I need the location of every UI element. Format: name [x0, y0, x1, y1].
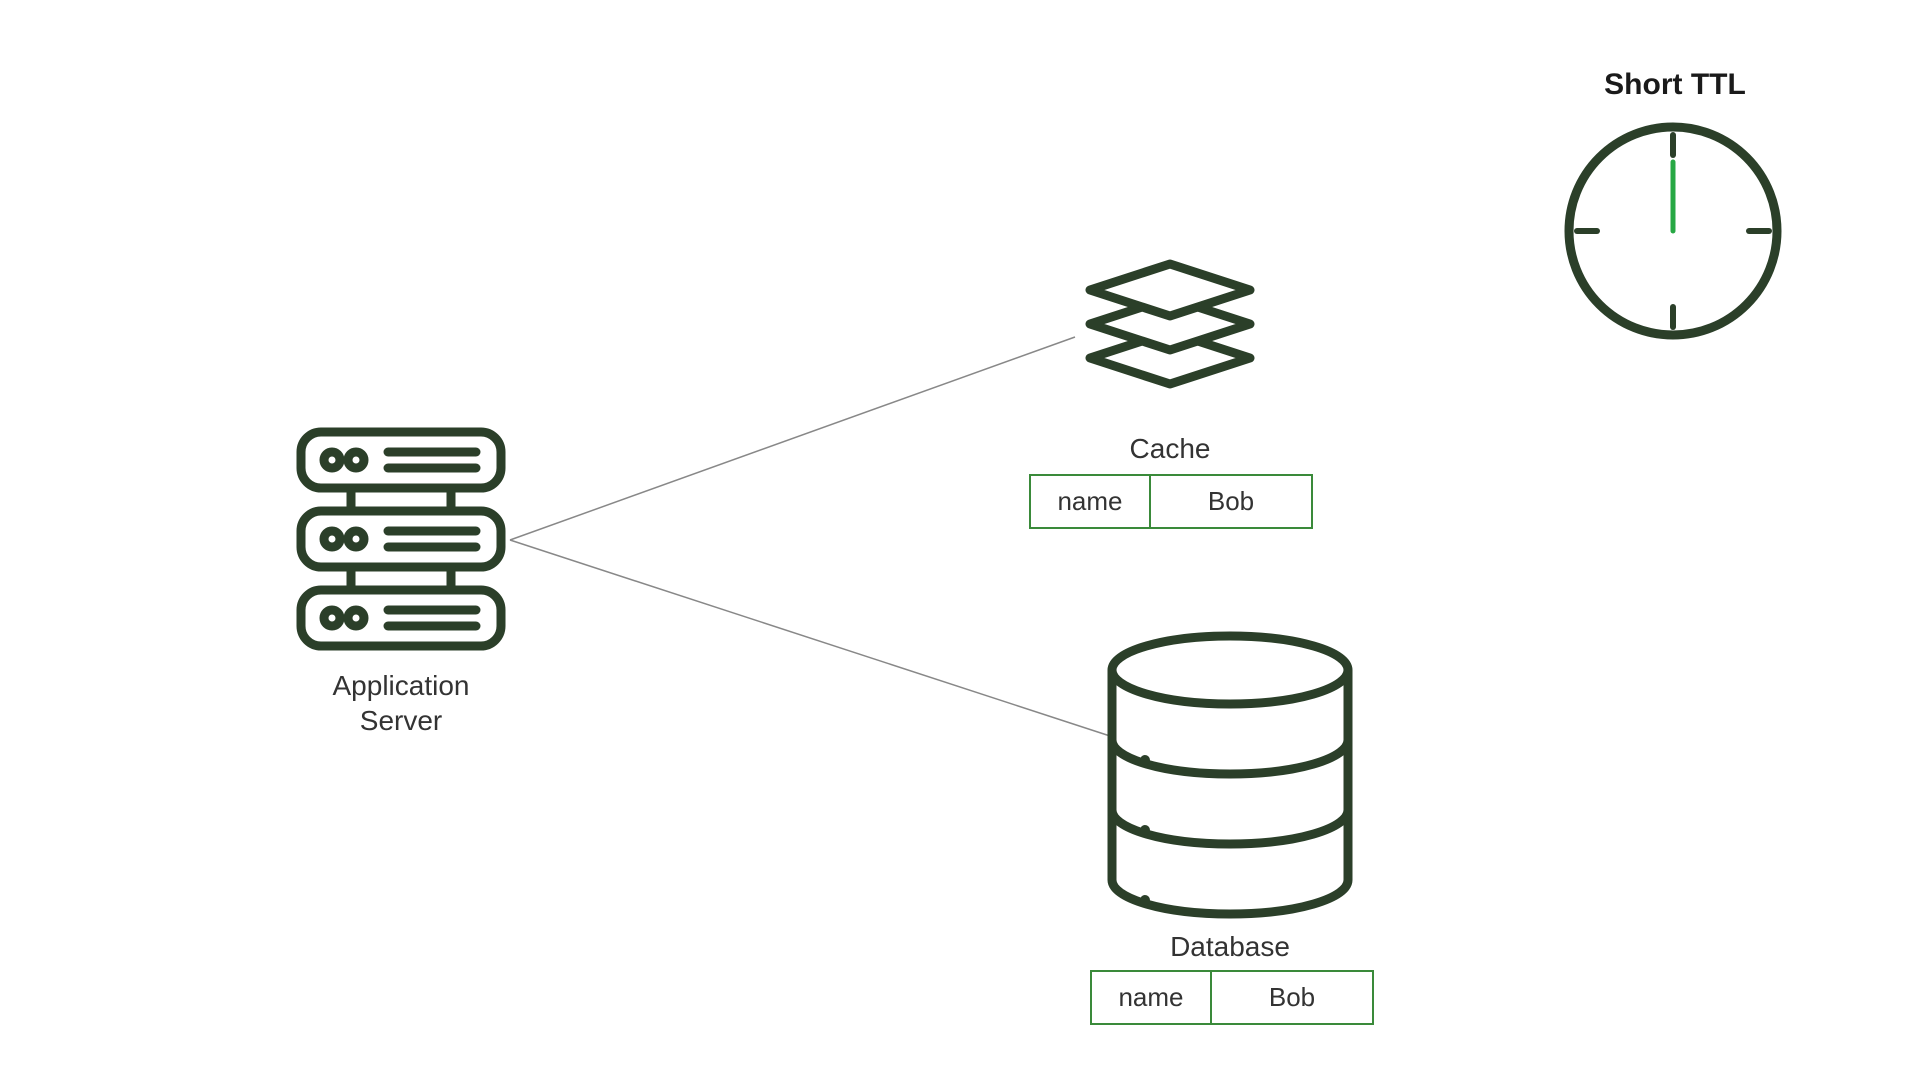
diagram-canvas: Short TTL: [0, 0, 1920, 1080]
cache-key: name: [1031, 476, 1151, 527]
database-key: name: [1092, 972, 1212, 1023]
server-label: Application Server: [256, 668, 546, 738]
server-icon: [296, 427, 506, 652]
database-icon: [1105, 630, 1355, 920]
connector-server-database: [510, 540, 1110, 736]
connector-server-cache: [510, 337, 1075, 540]
cache-label: Cache: [1020, 431, 1320, 466]
cache-table: name Bob: [1029, 474, 1313, 529]
database-table: name Bob: [1090, 970, 1374, 1025]
clock-icon: [1562, 120, 1784, 342]
ttl-label: Short TTL: [1555, 68, 1795, 102]
server-label-line1: Application: [333, 670, 470, 701]
cache-icon: [1075, 252, 1265, 402]
server-label-line2: Server: [360, 705, 442, 736]
database-label: Database: [1080, 929, 1380, 964]
database-value: Bob: [1212, 972, 1372, 1023]
cache-value: Bob: [1151, 476, 1311, 527]
